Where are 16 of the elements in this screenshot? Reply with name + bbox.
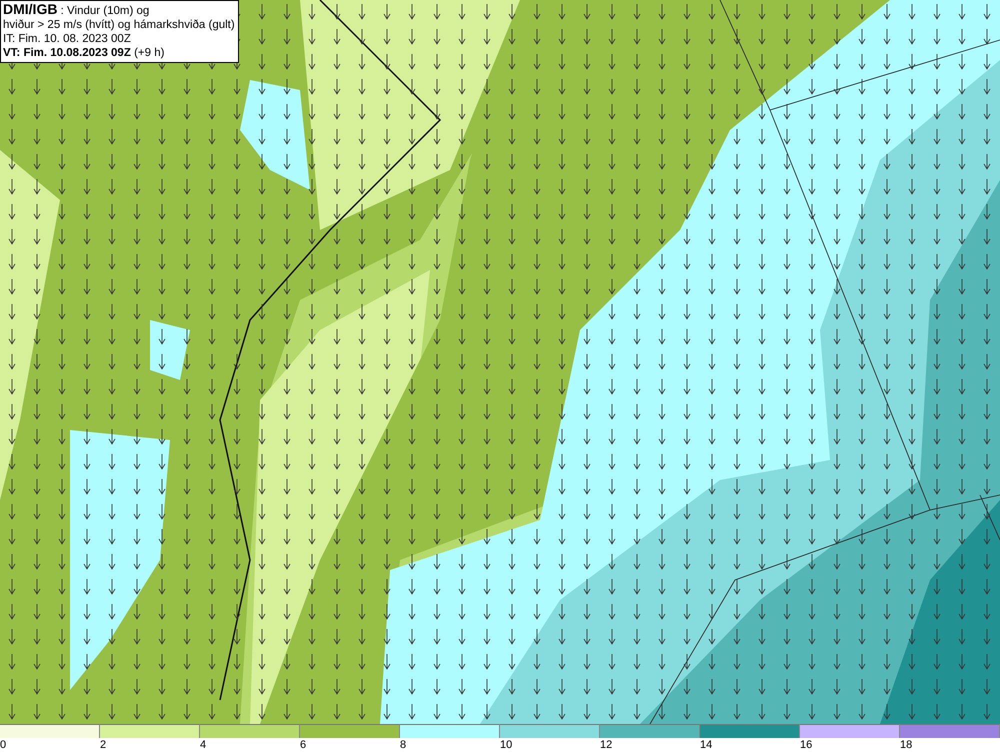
legend-label: 4 xyxy=(200,738,206,752)
legend-label: 14 xyxy=(700,738,712,752)
map-subtitle: hviður > 25 m/s (hvítt) og hámarkshviða (gult) xyxy=(3,18,235,32)
legend-label: 16 xyxy=(800,738,812,752)
map-title: : Vindur (10m) og xyxy=(60,5,150,17)
lead-time: (+9 h) xyxy=(134,47,164,59)
legend-label: 10 xyxy=(500,738,512,752)
legend-label: 0 xyxy=(0,738,6,752)
legend-label: 6 xyxy=(300,738,306,752)
legend-label: 8 xyxy=(400,738,406,752)
initial-time: IT: Fim. 10. 08. 2023 00Z xyxy=(3,32,132,46)
legend-label: 18 xyxy=(900,738,912,752)
legend-label: 12 xyxy=(600,738,612,752)
valid-time: VT: Fim. 10.08.2023 09Z xyxy=(3,47,131,59)
legend-label: 2 xyxy=(100,738,106,752)
source-label: DMI/IGB xyxy=(3,1,58,17)
